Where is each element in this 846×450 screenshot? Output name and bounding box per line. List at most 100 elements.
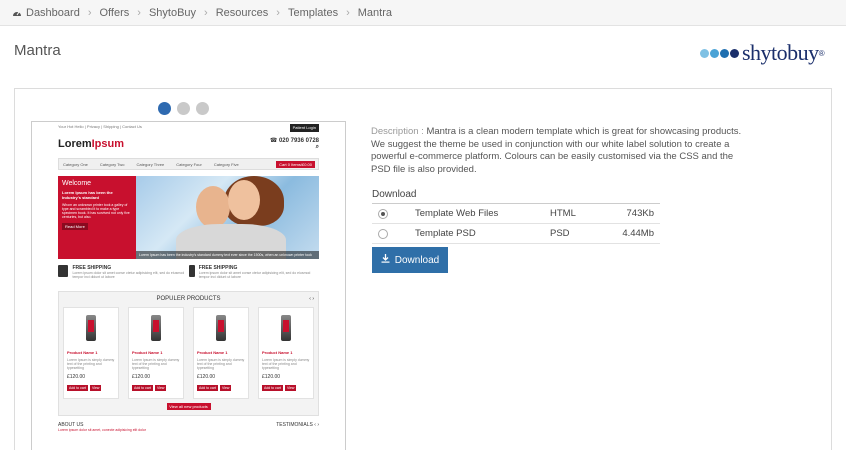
product-price: £120.00 (67, 374, 86, 380)
breadcrumb-separator-icon: › (204, 6, 208, 19)
phone-product-icon (151, 315, 161, 341)
carousel-arrows-icon: ‹ › (314, 422, 319, 428)
template-preview-image: Your Hot Hello | Privacy | Shipping | Co… (31, 121, 346, 450)
logo-dot (710, 48, 719, 58)
carousel-arrows-icon: ‹ › (309, 296, 314, 302)
download-file-size: 4.44Mb (622, 228, 654, 239)
breadcrumb-separator-icon: › (276, 6, 280, 19)
mobile-icon (188, 265, 195, 277)
description-label: Description : (371, 126, 424, 137)
carousel-dot-1[interactable] (158, 102, 171, 115)
preview-shipping-item: FREE SHIPPING Lorem ipsum dolor sit amet… (58, 265, 189, 287)
breadcrumb-item-shytobuy[interactable]: ShytoBuy (149, 7, 196, 19)
product-desc: Lorem Ipsum is simply dummy text of the … (67, 358, 115, 370)
preview-products-title: POPULER PRODUCTS (156, 296, 221, 302)
preview-product-row: Product Name 1 Lorem Ipsum is simply dum… (59, 302, 318, 399)
logo-dot (700, 48, 709, 58)
preview-hero-caption: Lorem Ipsum has been the industry's stan… (136, 251, 319, 259)
download-file-type: PSD (550, 228, 570, 239)
product-image (67, 311, 115, 345)
breadcrumb-item-dashboard[interactable]: Dashboard (12, 7, 80, 19)
product-add: Add to cart (67, 385, 88, 391)
preview-shipping: FREE SHIPPING Lorem ipsum dolor sit amet… (58, 265, 319, 287)
preview-product-card: Product Name 1 Lorem Ipsum is simply dum… (258, 307, 314, 399)
breadcrumb-separator-icon: › (137, 6, 141, 19)
preview-about-link: Lorem ipsum dolor sit amet, conecte adip… (58, 428, 146, 432)
phone-product-icon (86, 315, 96, 341)
preview-product-card: Product Name 1 Lorem Ipsum is simply dum… (193, 307, 249, 399)
download-file-type: HTML (550, 208, 576, 219)
description-text: Mantra is a clean modern template which … (371, 126, 742, 175)
preview-nav-item: Category Four (176, 161, 202, 167)
preview-logo-a: Lorem (58, 138, 92, 150)
product-buttons: Add to cart View (67, 385, 115, 391)
breadcrumb-item-templates[interactable]: Templates (288, 7, 338, 19)
download-button[interactable]: Download (372, 247, 448, 273)
product-add: Add to cart (132, 385, 153, 391)
preview-nav-item: Category Five (213, 161, 239, 167)
logo-dot (720, 48, 729, 58)
logo-text: shytobuy (742, 40, 819, 65)
breadcrumb-separator-icon: › (346, 6, 350, 19)
preview-product-card: Product Name 1 Lorem Ipsum is simply dum… (63, 307, 119, 399)
product-add: Add to cart (197, 385, 218, 391)
preview-read-more: Read More (62, 223, 88, 230)
download-radio-web-files[interactable] (378, 208, 388, 219)
template-description: Description : Mantra is a clean modern t… (371, 126, 747, 176)
download-row-psd[interactable]: Template PSD PSD 4.44Mb (372, 224, 660, 244)
preview-nav-item: Category Three (136, 161, 165, 167)
product-price: £120.00 (197, 374, 216, 380)
preview-testimonials: TESTIMONIALS ‹ › (276, 422, 319, 432)
preview-logo: LoremIpsum (58, 138, 124, 150)
preview-view-all: View all new products (166, 403, 211, 410)
product-price: £120.00 (262, 374, 281, 380)
product-view: View (154, 385, 167, 391)
preview-shipping-desc: Lorem ipsum dolor sit amet conse ctetur … (72, 271, 185, 279)
dashboard-icon (12, 8, 22, 18)
preview-hero-subtitle: Lorem Ipsum has been the Industry's stan… (62, 190, 113, 200)
phone-product-icon (281, 315, 291, 341)
download-row-web-files[interactable]: Template Web Files HTML 743Kb (372, 204, 660, 224)
product-buttons: Add to cart View (197, 385, 245, 391)
shytobuy-logo: shytobuy ® (700, 40, 825, 66)
product-image (197, 311, 245, 345)
product-name: Product Name 1 (197, 350, 228, 355)
preview-nav-item: Category One (63, 161, 88, 167)
logo-dot (730, 48, 739, 58)
preview-nav-item: Category Two (99, 161, 125, 167)
phone-icon: ☎ (269, 138, 279, 144)
logo-registered: ® (818, 48, 825, 58)
breadcrumb-item-offers[interactable]: Offers (100, 7, 130, 19)
photo-shape (196, 186, 230, 228)
preview-products: POPULER PRODUCTS ‹ › Product Name 1 Lore… (58, 291, 319, 416)
preview-shipping-item: FREE SHIPPING Lorem ipsum dolor sit amet… (188, 265, 320, 287)
product-view: View (89, 385, 102, 391)
logo-dots-icon (700, 48, 740, 58)
product-buttons: Add to cart View (132, 385, 180, 391)
breadcrumb-item-resources[interactable]: Resources (216, 7, 269, 19)
download-icon (381, 254, 390, 266)
product-name: Product Name 1 (132, 350, 163, 355)
preview-testimonials-title: TESTIMONIALS (276, 422, 313, 428)
preview-cart: Cart 0 Items/£0.00 (276, 160, 315, 168)
carousel-dot-2[interactable] (177, 102, 190, 115)
preview-hero-body: Whom an unknown printer took a galley of… (62, 203, 130, 219)
download-button-label: Download (394, 254, 440, 266)
preview-products-heading: POPULER PRODUCTS ‹ › (59, 292, 318, 302)
download-file-size: 743Kb (626, 208, 654, 219)
preview-header: LoremIpsum ☎ 020 7936 0728 ⌕ (32, 132, 345, 156)
breadcrumb-item-current: Mantra (357, 6, 393, 19)
preview-product-card: Product Name 1 Lorem Ipsum is simply dum… (128, 307, 184, 399)
carousel-dot-3[interactable] (196, 102, 209, 115)
preview-shipping-desc: Lorem ipsum dolor sit amet conse ctetur … (198, 271, 311, 279)
preview-top-links: Your Hot Hello | Privacy | Shipping | Co… (58, 124, 142, 129)
photo-shape (228, 180, 260, 220)
download-file-name: Template PSD (415, 228, 476, 239)
preview-hero: Welcome Lorem Ipsum has been the Industr… (58, 176, 319, 259)
phone-product-icon (216, 315, 226, 341)
product-desc: Lorem Ipsum is simply dummy text of the … (132, 358, 180, 370)
product-image (262, 311, 310, 345)
preview-phone: ☎ 020 7936 0728 ⌕ (270, 137, 319, 151)
download-radio-psd[interactable] (378, 228, 388, 239)
preview-login: Patient Login (289, 124, 319, 132)
